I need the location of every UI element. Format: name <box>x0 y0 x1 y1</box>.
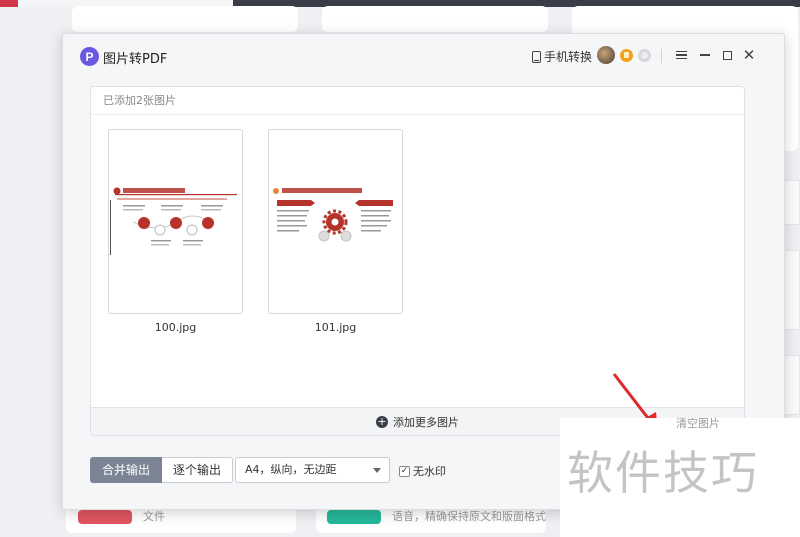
image-preview-101 <box>273 188 393 242</box>
maximize-icon[interactable] <box>718 46 736 64</box>
level-badge-icon[interactable] <box>638 49 651 62</box>
vip-badge-icon[interactable] <box>620 49 633 62</box>
clear-images-label[interactable]: 清空图片 <box>676 415 720 431</box>
phone-convert-button[interactable]: 手机转换 <box>532 48 592 65</box>
no-watermark-checkbox[interactable]: ✓ 无水印 <box>399 463 446 479</box>
background-red-tag <box>78 510 132 524</box>
background-green-tag <box>327 510 381 524</box>
page-settings-select[interactable]: A4，纵向，无边距 <box>235 457 390 483</box>
titlebar-divider <box>661 49 662 63</box>
background-card-label: 语音，精确保持原文和版面格式 <box>392 510 546 523</box>
page-settings-value: A4，纵向，无边距 <box>245 463 337 476</box>
phone-convert-label: 手机转换 <box>544 50 593 64</box>
menu-icon[interactable] <box>672 46 690 64</box>
add-more-images-label: 添加更多图片 <box>393 415 459 429</box>
close-icon[interactable]: ✕ <box>740 46 758 64</box>
background-card-label: 文件 <box>143 510 165 523</box>
image-thumbnail[interactable] <box>268 129 403 314</box>
checkbox-checked-icon: ✓ <box>399 465 410 477</box>
background-app-indicator <box>0 0 18 7</box>
background-card <box>72 6 298 32</box>
watermark-text: 软件技巧 <box>567 446 759 500</box>
image-filename: 100.jpg <box>154 321 197 334</box>
user-avatar[interactable] <box>597 46 615 64</box>
phone-icon <box>532 50 541 63</box>
app-logo-icon: P <box>80 47 99 66</box>
image-thumbnail[interactable] <box>108 129 243 314</box>
minimize-icon[interactable] <box>696 46 714 64</box>
dialog-title: 图片转PDF <box>103 52 168 67</box>
background-card <box>322 6 548 32</box>
merge-output-button[interactable]: 合并输出 <box>90 457 163 483</box>
plus-circle-icon: + <box>376 414 388 428</box>
image-preview-100 <box>110 187 237 255</box>
single-output-button[interactable]: 逐个输出 <box>162 457 234 483</box>
dialog-titlebar: P 图片转PDF 手机转换 ✕ <box>63 34 784 80</box>
image-count-header: 已添加2张图片 <box>91 87 744 115</box>
image-filename: 101.jpg <box>314 321 357 334</box>
no-watermark-label: 无水印 <box>413 465 446 478</box>
output-mode-toggle: 合并输出 逐个输出 <box>90 457 234 483</box>
chevron-down-icon <box>373 468 381 473</box>
